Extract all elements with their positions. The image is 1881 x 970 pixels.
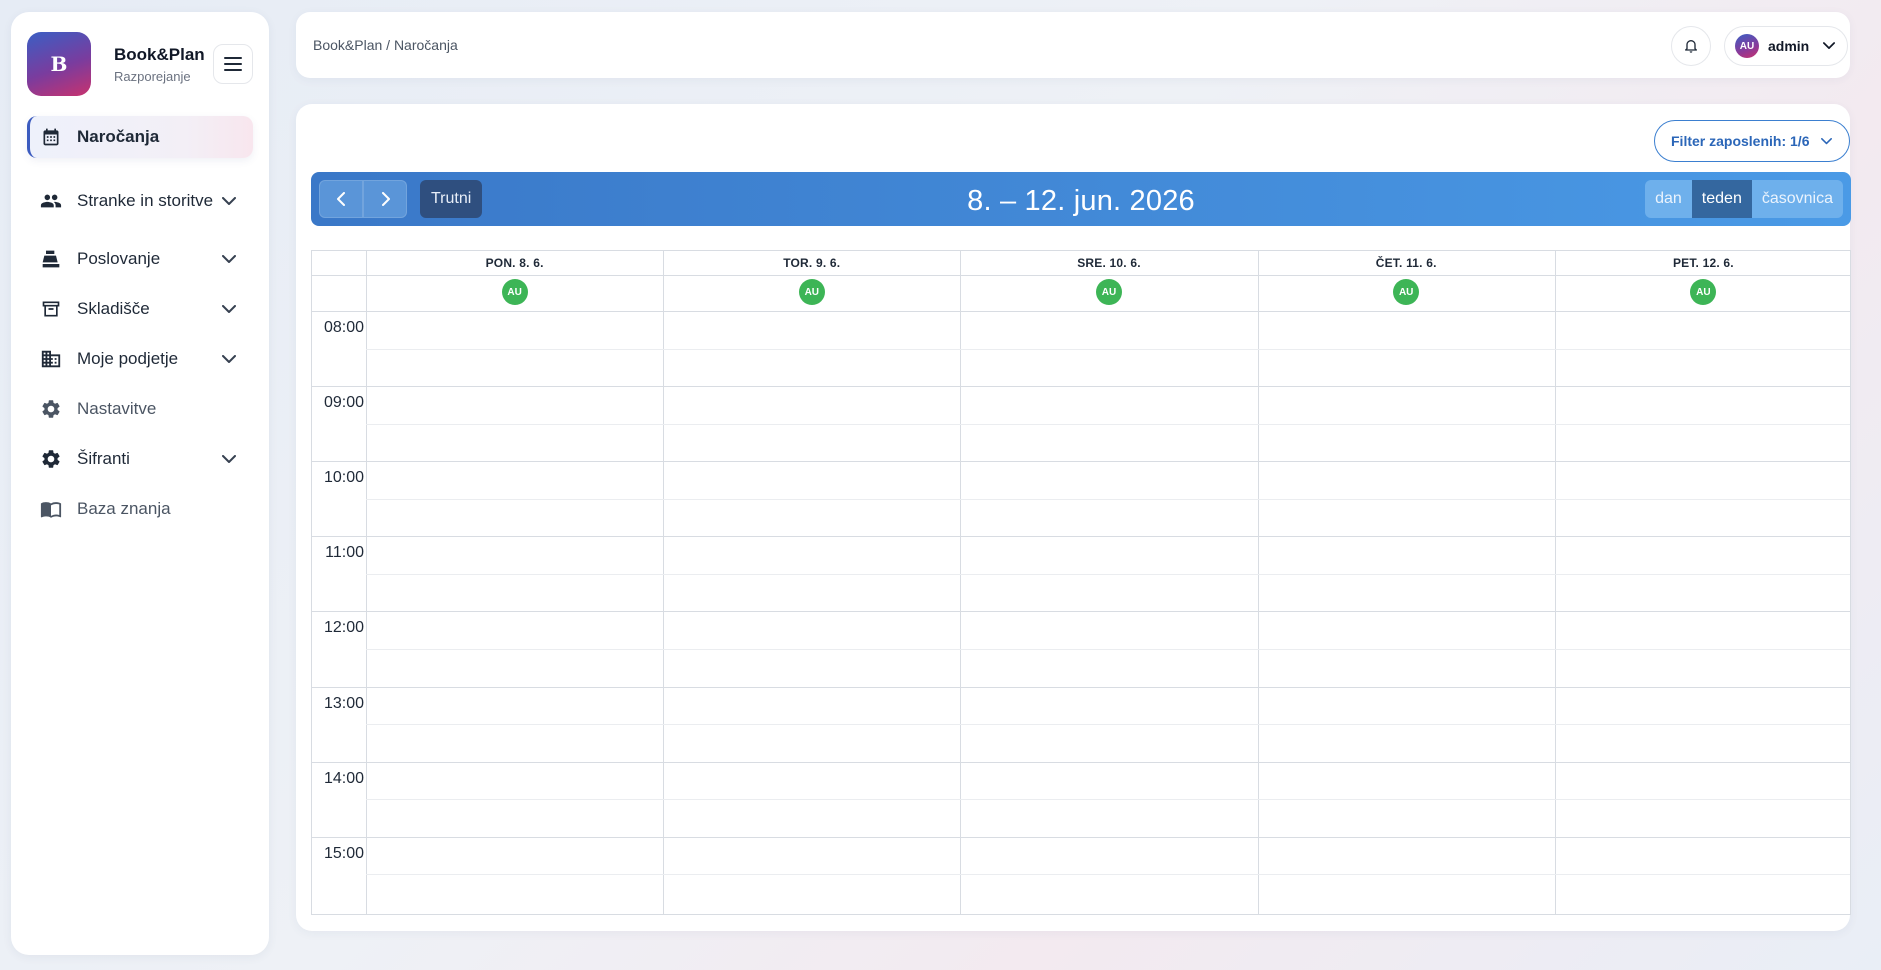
chevron-down-icon: [1823, 42, 1835, 50]
grid-column-divider: [1554, 251, 1556, 914]
grid-row-divider: [312, 311, 1850, 312]
time-slot-label: 08:00: [323, 319, 364, 336]
grid-half-hour-line: [366, 423, 1850, 425]
grid-hour-line: [312, 686, 1850, 688]
brand-logo[interactable]: B: [27, 32, 91, 96]
bell-icon: [1685, 40, 1697, 53]
gear-icon: [39, 397, 63, 421]
grid-hour-line: [312, 461, 1850, 463]
day-column-header[interactable]: TOR. 9. 6.: [663, 251, 960, 275]
day-column-header[interactable]: SRE. 10. 6.: [960, 251, 1257, 275]
sidebar-item-sifranti[interactable]: Šifranti: [27, 434, 253, 484]
grid-hour-line: [312, 611, 1850, 613]
chevron-down-icon: [219, 449, 239, 469]
employee-badge[interactable]: AU: [1690, 279, 1717, 305]
chevron-down-icon: [219, 349, 239, 369]
grid-half-hour-line: [366, 874, 1850, 876]
sidebar-item-label: Baza znanja: [77, 499, 171, 518]
grid-hour-line: [312, 386, 1850, 388]
day-column-header[interactable]: PON. 8. 6.: [366, 251, 663, 275]
view-switcher: dan teden časovnica: [1645, 180, 1843, 218]
sidebar-item-label: Nastavitve: [77, 399, 157, 418]
employee-filter-label: Filter zaposlenih: 1/6: [1671, 133, 1810, 149]
view-week-button[interactable]: teden: [1691, 180, 1752, 218]
grid-row-divider: [312, 275, 1850, 276]
chevron-down-icon: [219, 299, 239, 319]
grid-hour-line: [312, 836, 1850, 838]
grid-half-hour-line: [366, 348, 1850, 350]
brand-subtitle: Razporejanje: [114, 69, 191, 84]
grid-half-hour-line: [366, 498, 1850, 500]
employee-badge[interactable]: AU: [798, 279, 825, 305]
sidebar-item-label: Naročanja: [77, 127, 160, 146]
employee-badge[interactable]: AU: [501, 279, 528, 305]
day-column-header[interactable]: PET. 12. 6.: [1555, 251, 1852, 275]
sidebar-item-stranke[interactable]: Stranke in storitve: [27, 168, 253, 234]
calendar-panel: Filter zaposlenih: 1/6 Trutni 8. – 12. j…: [296, 104, 1851, 931]
calendar-icon: [39, 125, 63, 149]
grid-column-divider: [663, 251, 665, 914]
sidebar-item-skladisce[interactable]: Skladišče: [27, 284, 253, 334]
gear-icon: [39, 447, 63, 471]
view-day-button[interactable]: dan: [1645, 180, 1692, 218]
chevron-down-icon: [219, 249, 239, 269]
user-menu-button[interactable]: AU admin: [1724, 26, 1848, 66]
sidebar-item-baza-znanja[interactable]: Baza znanja: [27, 484, 253, 534]
breadcrumb: Book&Plan / Naročanja: [313, 37, 458, 53]
grid-hour-line: [312, 761, 1850, 763]
calendar-toolbar: Trutni 8. – 12. jun. 2026 dan teden časo…: [311, 172, 1851, 226]
view-timeline-button[interactable]: časovnica: [1751, 180, 1843, 218]
menu-toggle-button[interactable]: [213, 44, 253, 84]
sidebar-item-label: Stranke in storitve: [77, 191, 214, 210]
sidebar: B Book&Plan Razporejanje Naročanja Stran…: [11, 12, 269, 955]
archive-box-icon: [39, 297, 63, 321]
time-slot-label: 10:00: [323, 469, 364, 487]
book-icon: [39, 497, 63, 521]
sidebar-item-label: Moje podjetje: [77, 349, 179, 368]
grid-half-hour-line: [366, 573, 1850, 575]
sidebar-nav: Naročanja Stranke in storitve Poslovanje: [27, 116, 253, 534]
people-icon: [39, 189, 63, 213]
chevron-down-icon: [1821, 137, 1833, 144]
brand-name: Book&Plan: [114, 45, 205, 64]
hamburger-icon: [224, 57, 242, 71]
grid-half-hour-line: [366, 799, 1850, 801]
grid-column-divider: [366, 251, 367, 914]
sidebar-item-label: Poslovanje: [77, 249, 161, 268]
avatar: AU: [1735, 34, 1759, 58]
grid-half-hour-line: [366, 724, 1850, 726]
sidebar-item-label: Šifranti: [77, 449, 130, 468]
sidebar-item-label: Skladišče: [77, 299, 150, 318]
grid-column-divider: [1257, 251, 1259, 914]
sidebar-item-moje-podjetje[interactable]: Moje podjetje: [27, 334, 253, 384]
building-icon: [39, 347, 63, 371]
time-slot-label: 13:00: [323, 694, 364, 712]
grid-column-divider: [960, 251, 962, 914]
employee-badge[interactable]: AU: [1393, 279, 1420, 305]
sidebar-item-nastavitve[interactable]: Nastavitve: [27, 384, 253, 434]
cash-register-icon: [39, 247, 63, 271]
notifications-button[interactable]: [1671, 26, 1711, 66]
chevron-down-icon: [219, 191, 239, 211]
time-slot-label: 14:00: [323, 769, 364, 787]
top-bar: Book&Plan / Naročanja AU admin: [296, 12, 1850, 78]
time-slot-label: 12:00: [323, 619, 364, 637]
time-slot-label: 11:00: [325, 544, 364, 562]
day-column-header[interactable]: ČET. 11. 6.: [1258, 251, 1555, 275]
grid-half-hour-line: [366, 648, 1850, 650]
employee-filter-dropdown[interactable]: Filter zaposlenih: 1/6: [1654, 120, 1850, 162]
week-grid[interactable]: PON. 8. 6. AU TOR. 9. 6. AU SRE. 10. 6. AU ČET…: [311, 250, 1851, 915]
employee-badge[interactable]: AU: [1096, 279, 1122, 305]
time-slot-label: 09:00: [323, 394, 364, 412]
user-name: admin: [1768, 38, 1810, 54]
time-slot-label: 15:00: [323, 844, 364, 862]
sidebar-item-poslovanje[interactable]: Poslovanje: [27, 234, 253, 284]
grid-hour-line: [312, 536, 1850, 538]
calendar-title: 8. – 12. jun. 2026: [967, 185, 1195, 217]
sidebar-item-narocanja[interactable]: Naročanja: [27, 116, 253, 158]
